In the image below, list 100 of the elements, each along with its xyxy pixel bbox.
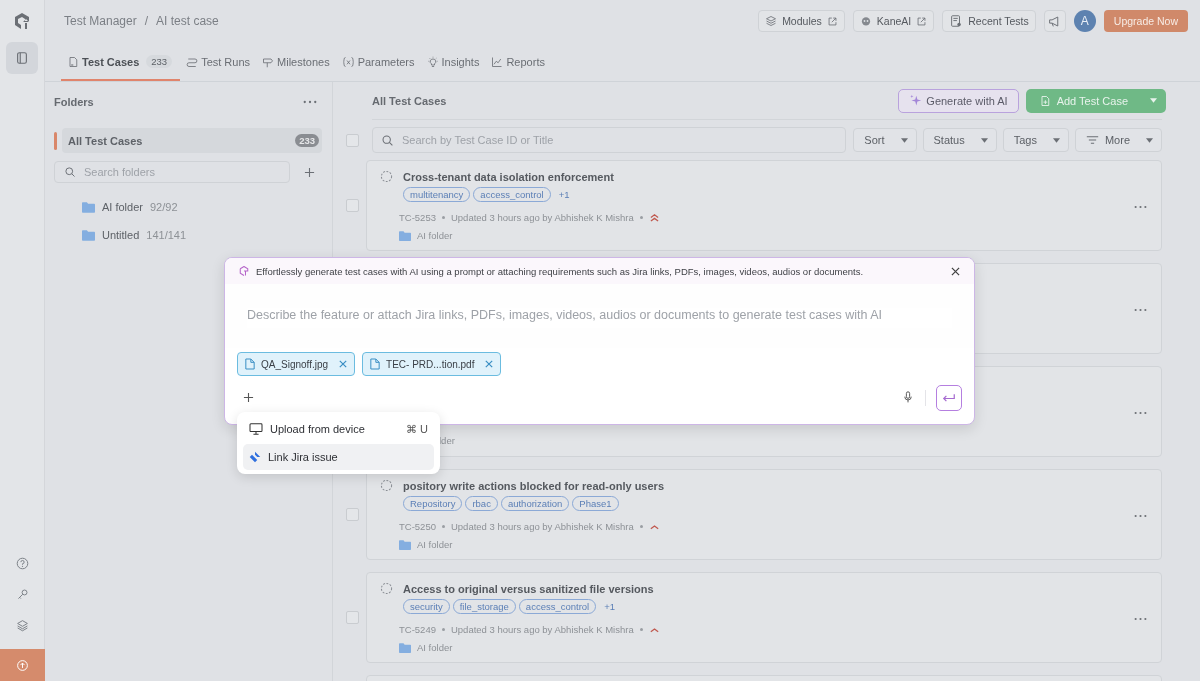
test-case-title[interactable]: Cross-tenant data isolation enforcement: [403, 170, 614, 183]
more-options-button[interactable]: [1134, 204, 1148, 210]
search-icon: [381, 133, 394, 147]
attachment-chip[interactable]: QA_Signoff.jpg: [237, 352, 356, 376]
tab[interactable]: Parameters: [335, 44, 421, 81]
external-link-button[interactable]: Modules: [758, 10, 845, 32]
monitor-icon: [249, 423, 263, 435]
remove-icon[interactable]: [339, 360, 348, 368]
filter-dropdown[interactable]: More: [1074, 128, 1162, 152]
arrow-up-circle-icon: [15, 658, 29, 672]
filter-dropdown[interactable]: Sort: [853, 128, 917, 152]
more-tags-count: +1: [558, 189, 570, 200]
separator-dot: [441, 216, 445, 219]
sidebar-toggle-button[interactable]: [6, 42, 38, 74]
tab[interactable]: Insights: [420, 44, 486, 81]
folder-count: 92/92: [149, 201, 178, 213]
breadcrumb-separator: /: [144, 14, 149, 28]
generate-with-ai-button[interactable]: Generate with AI: [898, 88, 1019, 113]
file-icon: [370, 358, 381, 370]
row-checkbox[interactable]: [346, 611, 359, 624]
ellipsis-icon: [1134, 205, 1147, 209]
external-link-button[interactable]: KaneAI: [852, 10, 935, 32]
add-folder-button[interactable]: [302, 165, 316, 179]
recent-tests-button[interactable]: Recent Tests: [942, 10, 1036, 32]
folder-name: AI folder: [417, 230, 453, 241]
tab[interactable]: Reports: [485, 44, 551, 81]
separator-dot: [639, 525, 643, 528]
tab[interactable]: Test Cases 233: [61, 44, 181, 81]
tab[interactable]: Milestones: [256, 44, 336, 81]
prompt-field[interactable]: Describe the feature or attach Jira links, PDFs, images, videos, audios or documents to generate test cases with AI: [225, 284, 974, 348]
folder-name: lder: [439, 435, 455, 446]
folder-count: 141/141: [146, 229, 187, 241]
microphone-icon: [903, 391, 913, 404]
folder-icon: [82, 229, 95, 241]
remove-icon[interactable]: [485, 360, 494, 368]
more-options-button[interactable]: [1134, 513, 1148, 519]
plus-icon: [243, 392, 254, 403]
search-field[interactable]: Search folders: [54, 161, 290, 183]
ellipsis-icon: [1134, 411, 1147, 415]
breadcrumb-link[interactable]: Test Manager: [64, 14, 137, 28]
microphone-button[interactable]: [903, 391, 915, 405]
info-text: Effortlessly generate test cases with AI using a prompt or attaching requirements such as Jira links, PDFs, images, videos, audios or documents.: [256, 265, 865, 277]
test-case-id: TC-5253: [399, 212, 436, 223]
layers-icon: [765, 15, 778, 27]
folder-name: AI folder: [417, 642, 453, 653]
line-chart-icon: [491, 55, 504, 68]
test-case-card[interactable]: Cross-tenant data isolation enforcement multitenancy access_control +1 TC-5253 Updated 3 hours ago by Abhishek K Mishra AI folder: [366, 160, 1162, 251]
variable-icon: [341, 55, 355, 68]
logo: [12, 11, 32, 31]
signpost-icon: [262, 55, 275, 68]
folder-name[interactable]: Untitled: [102, 229, 140, 241]
row-checkbox[interactable]: [346, 508, 359, 521]
menu-item[interactable]: Link Jira issue: [243, 444, 434, 470]
breadcrumb-link[interactable]: AI test case: [156, 14, 219, 28]
external-link-icon: [826, 15, 838, 27]
lightbulb-icon: [426, 55, 439, 68]
user-avatar[interactable]: A: [1073, 10, 1096, 32]
upgrade-button[interactable]: [0, 649, 45, 681]
submit-button[interactable]: [936, 385, 962, 411]
test-case-title[interactable]: pository write actions blocked for read-only users: [403, 479, 664, 492]
menu-item[interactable]: Upload from device ⌘ U: [243, 416, 434, 442]
search-field[interactable]: Search by Test Case ID or Title: [372, 127, 847, 153]
filter-icon: [1085, 135, 1099, 145]
document-icon: [949, 14, 964, 28]
folder-name[interactable]: AI folder: [102, 201, 143, 213]
attachment-chip[interactable]: TEC- PRD...tion.pdf: [362, 352, 502, 376]
select-all-checkbox[interactable]: [346, 133, 359, 147]
ellipsis-icon: [1134, 617, 1147, 621]
route-icon: [186, 55, 199, 68]
more-options-button[interactable]: [1134, 307, 1148, 313]
search-input[interactable]: Search by Test Case ID or Title: [400, 133, 838, 147]
test-case-card[interactable]: Access to original versus sanitized file versions security file_storage access_control +1 TC-5249 Updated 3 hours ago by Abhishek K Mishra AI folder: [366, 572, 1162, 663]
filter-dropdown[interactable]: Status: [922, 128, 997, 152]
separator-dot: [441, 628, 445, 631]
test-case-id: TC-5249: [399, 624, 436, 635]
ai-icon: [238, 265, 250, 277]
sidebar-icon: [15, 51, 29, 65]
more-options-button[interactable]: [1134, 410, 1148, 416]
more-tags-count: +1: [604, 601, 616, 612]
document-plus-icon: [1038, 94, 1051, 107]
more-options-button[interactable]: [1134, 616, 1148, 622]
caret-icon: [980, 137, 988, 143]
tab[interactable]: Test Runs: [180, 44, 257, 81]
ellipsis-icon: [1134, 308, 1147, 312]
search-input[interactable]: Search folders: [82, 165, 280, 179]
test-case-card[interactable]: pository write actions blocked for read-only users Repository rbac authorization Phase1 TC-5250 Updated 3 hours ago by Abhishek K Mishra AI folder: [366, 469, 1162, 560]
separator-dot: [639, 628, 643, 631]
plus-icon: [303, 166, 315, 178]
all-test-cases-item[interactable]: All Test Cases 233: [62, 128, 322, 153]
filter-dropdown[interactable]: Tags: [1002, 128, 1069, 152]
test-case-title[interactable]: Access to original versus sanitized file versions: [403, 582, 654, 595]
row-checkbox[interactable]: [346, 199, 359, 212]
attach-button[interactable]: [243, 392, 255, 404]
status-icon: [380, 479, 393, 492]
close-icon: [950, 266, 960, 276]
updated-text: Updated 3 hours ago by Abhishek K Mishra: [450, 624, 634, 635]
close-button[interactable]: [950, 266, 960, 276]
panel-title: Folders: [54, 96, 94, 108]
announcement-button[interactable]: [1043, 10, 1066, 32]
caret-icon: [1150, 98, 1157, 103]
